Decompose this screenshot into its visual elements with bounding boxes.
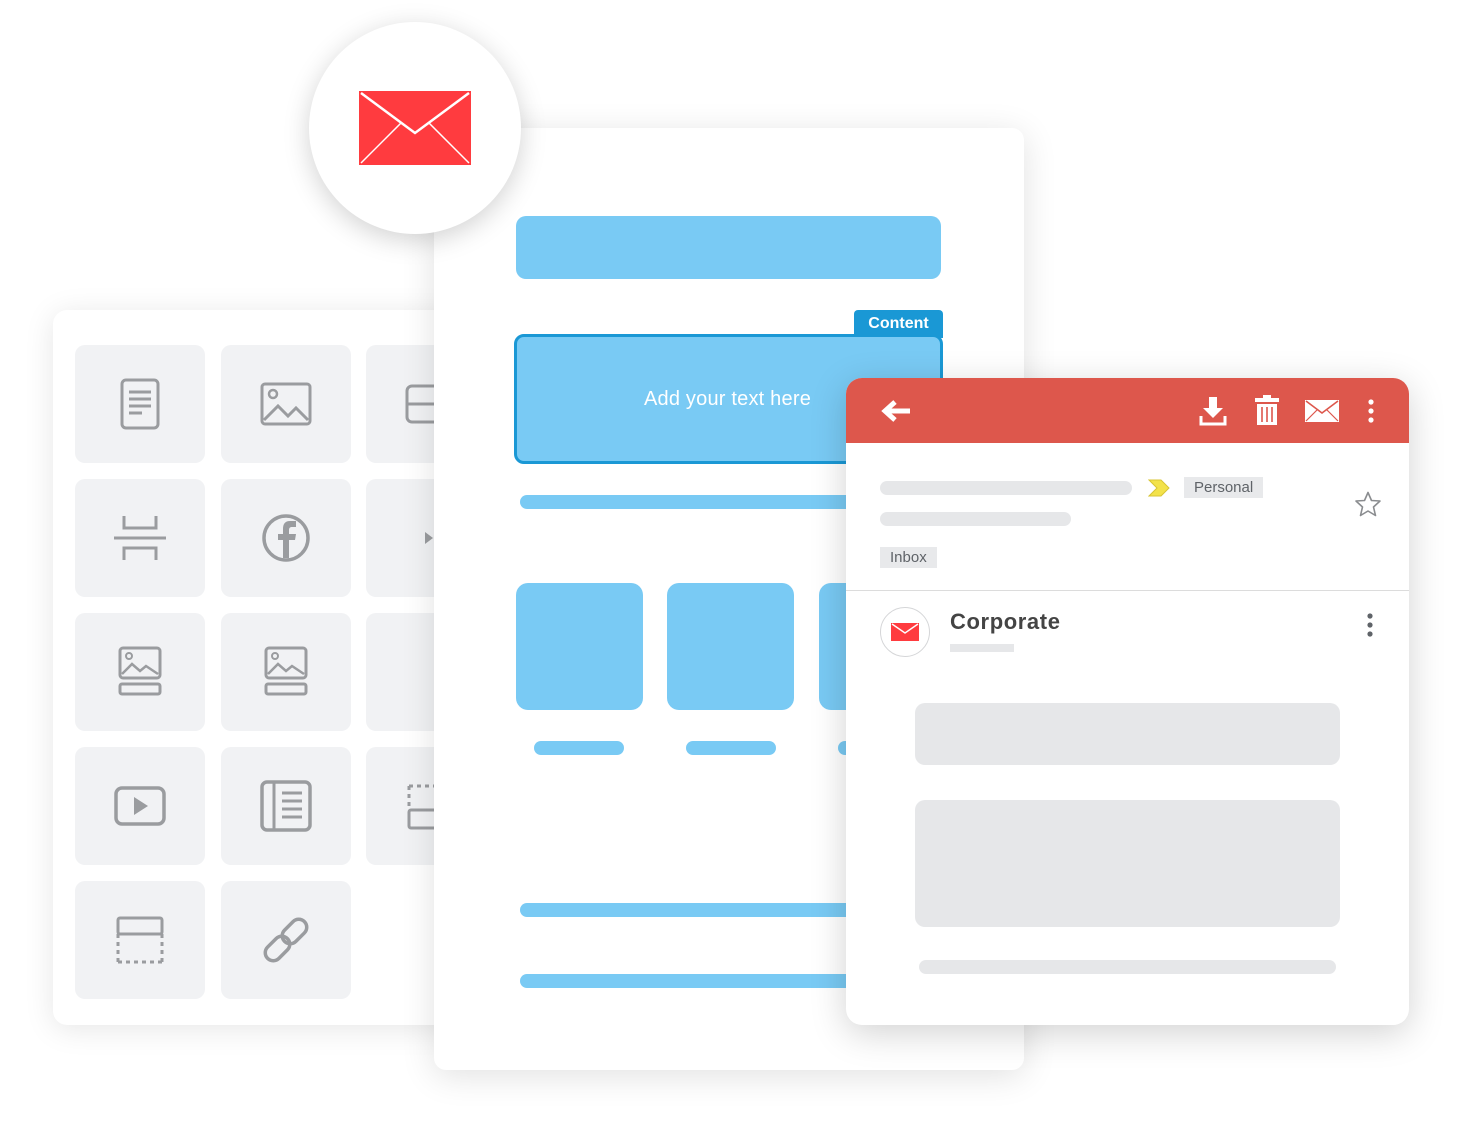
importance-marker-icon [1148, 479, 1170, 497]
header-divider [846, 590, 1409, 591]
body-placeholder-line [919, 960, 1336, 974]
spacer-block-icon [114, 516, 166, 560]
image-caption-tile-2[interactable] [221, 613, 351, 731]
sender-avatar [880, 607, 930, 657]
client-toolbar [846, 378, 1409, 443]
sender-name: Corporate [950, 609, 1061, 634]
facebook-icon [262, 514, 310, 562]
mail-icon[interactable] [1302, 394, 1342, 428]
text-block-tile[interactable] [75, 345, 205, 463]
envelope-icon [359, 91, 471, 165]
content-placeholder-text: Add your text here [643, 387, 812, 410]
product-card-2[interactable] [667, 583, 794, 710]
star-icon[interactable] [1354, 491, 1382, 517]
body-placeholder-block-2 [915, 800, 1340, 927]
more-vert-icon[interactable] [1360, 396, 1382, 426]
article-tile[interactable] [221, 747, 351, 865]
article-icon [260, 780, 312, 832]
back-arrow-icon[interactable] [876, 396, 916, 426]
image-caption-icon [264, 646, 308, 696]
product-card-1[interactable] [516, 583, 643, 710]
label-inbox[interactable]: Inbox [880, 547, 937, 568]
trash-icon[interactable] [1250, 393, 1284, 427]
subject-line-placeholder [880, 512, 1071, 526]
image-caption-icon [118, 646, 162, 696]
image-caption-tile[interactable] [75, 613, 205, 731]
text-block-icon [120, 378, 160, 430]
card-caption-2 [686, 741, 776, 755]
label-personal[interactable]: Personal [1184, 477, 1264, 498]
card-caption-1 [534, 741, 624, 755]
image-block-icon [260, 382, 312, 426]
footer-block-icon [116, 916, 164, 964]
footer-block-tile[interactable] [75, 881, 205, 999]
video-tile[interactable] [75, 747, 205, 865]
subject-placeholder [880, 481, 1132, 495]
header-placeholder-block[interactable] [516, 216, 941, 279]
facebook-tile[interactable] [221, 479, 351, 597]
envelope-icon [891, 623, 919, 641]
link-icon [263, 917, 309, 963]
link-tile[interactable] [221, 881, 351, 999]
spacer-block-tile[interactable] [75, 479, 205, 597]
mail-badge [309, 22, 521, 234]
body-placeholder-block-1 [915, 703, 1340, 765]
more-vert-icon[interactable] [1366, 613, 1374, 637]
email-client-window: Personal Inbox Corporate [846, 378, 1409, 1025]
image-block-tile[interactable] [221, 345, 351, 463]
download-icon[interactable] [1196, 394, 1230, 428]
video-icon [114, 786, 166, 826]
sender-address-placeholder [950, 644, 1014, 652]
blocks-panel [53, 310, 473, 1025]
